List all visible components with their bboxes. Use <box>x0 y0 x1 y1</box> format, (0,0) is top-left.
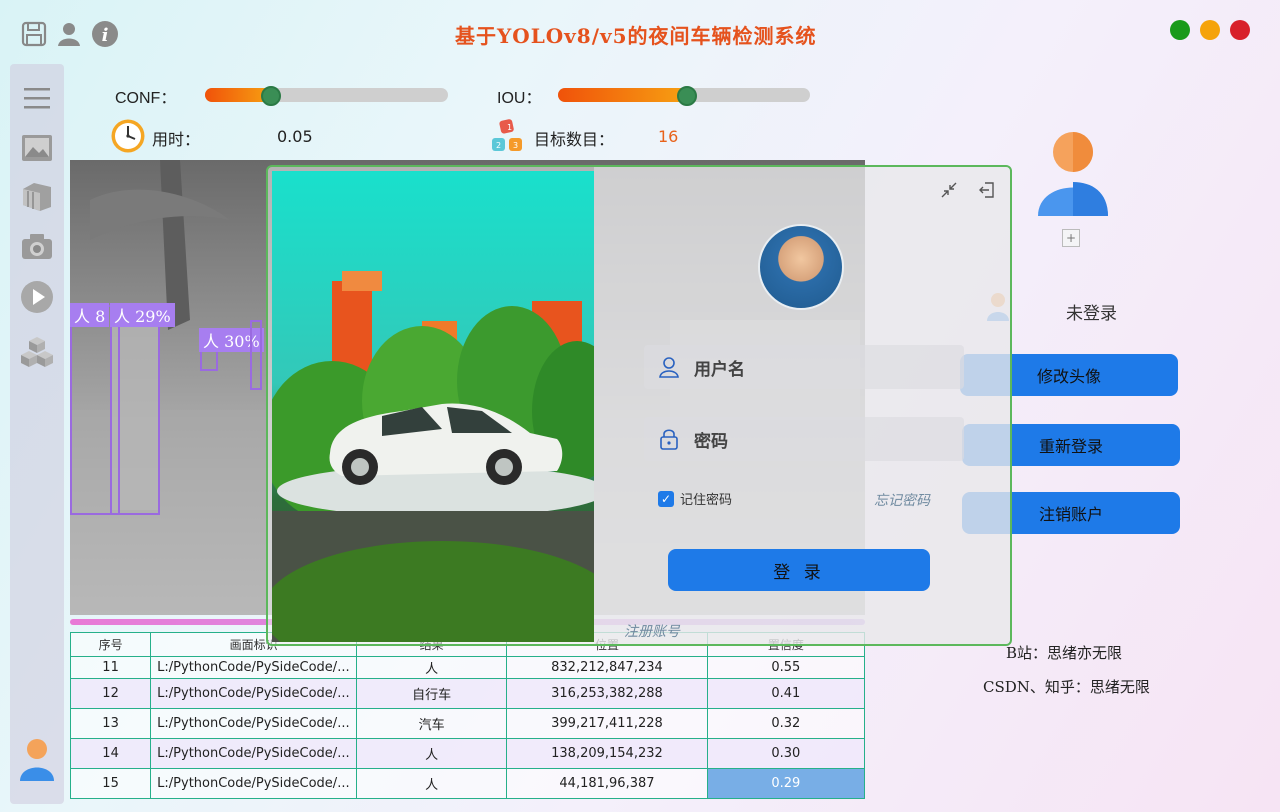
cell-position[interactable]: 399,217,411,228 <box>506 708 708 739</box>
cell-confidence[interactable]: 0.41 <box>706 678 866 709</box>
svg-text:2: 2 <box>496 141 501 150</box>
cell-result[interactable]: 人 <box>355 768 508 799</box>
lock-icon <box>658 428 680 455</box>
cell-position[interactable]: 316,253,382,288 <box>506 678 708 709</box>
cell-index[interactable]: 13 <box>69 708 152 739</box>
minimize-button[interactable] <box>1200 20 1220 40</box>
cell-confidence[interactable]: 0.32 <box>706 708 866 739</box>
cell-path[interactable]: L:/PythonCode/PySideCode/... <box>150 708 357 739</box>
forgot-password-link[interactable]: 忘记密码 <box>874 490 930 510</box>
svg-text:i: i <box>102 25 109 46</box>
cell-path[interactable]: L:/PythonCode/PySideCode/... <box>150 768 357 799</box>
menu-icon[interactable] <box>19 80 55 116</box>
left-toolbar <box>10 64 64 804</box>
cell-position[interactable]: 832,212,847,234 <box>506 656 708 679</box>
count-value: 16 <box>658 127 679 146</box>
cell-confidence[interactable]: 0.30 <box>706 738 866 769</box>
credit-bilibili: B站：思绪亦无限 <box>1006 644 1123 662</box>
cell-result[interactable]: 人 <box>355 656 508 679</box>
table-row[interactable]: 12 L:/PythonCode/PySideCode/... 自行车 316,… <box>69 678 866 709</box>
svg-text:1: 1 <box>507 123 512 132</box>
cell-index[interactable]: 12 <box>69 678 152 709</box>
register-link[interactable]: 注册账号 <box>624 621 680 641</box>
table-row[interactable]: 15 L:/PythonCode/PySideCode/... 人 44,181… <box>69 768 866 799</box>
cell-position[interactable]: 138,209,154,232 <box>506 738 708 769</box>
password-placeholder: 密码 <box>694 431 728 452</box>
conf-slider[interactable] <box>205 88 448 102</box>
username-placeholder: 用户名 <box>694 359 745 380</box>
login-avatar-photo <box>758 224 844 310</box>
user-icon[interactable] <box>55 20 83 48</box>
folder-icon[interactable] <box>19 178 55 214</box>
clock-icon <box>110 118 146 158</box>
cell-result[interactable]: 汽车 <box>355 708 508 739</box>
cell-index[interactable]: 14 <box>69 738 152 769</box>
camera-icon[interactable] <box>19 228 55 264</box>
collapse-icon[interactable] <box>940 181 958 203</box>
login-dialog: 用户名 密码 ✓ 记住密码 忘记密码 登 录 注册账号 <box>266 165 1012 646</box>
model-cubes-icon[interactable] <box>19 334 55 370</box>
exit-icon[interactable] <box>978 181 996 203</box>
close-button[interactable] <box>1230 20 1250 40</box>
cell-path[interactable]: L:/PythonCode/PySideCode/... <box>150 678 357 709</box>
remember-label: 记住密码 <box>680 493 733 508</box>
car-illustration <box>272 171 594 642</box>
time-value: 0.05 <box>277 127 313 146</box>
table-row[interactable]: 14 L:/PythonCode/PySideCode/... 人 138,20… <box>69 738 866 769</box>
iou-slider-fill <box>558 88 687 102</box>
cell-result[interactable]: 自行车 <box>355 678 508 709</box>
cell-position[interactable]: 44,181,96,387 <box>506 768 708 799</box>
cell-index[interactable]: 15 <box>69 768 152 799</box>
iou-slider-knob[interactable] <box>677 86 697 106</box>
cell-confidence[interactable]: 0.55 <box>706 656 866 679</box>
table-row[interactable]: 11 L:/PythonCode/PySideCode/... 人 832,21… <box>69 656 866 679</box>
user-avatar-icon[interactable] <box>19 739 55 781</box>
add-avatar-button[interactable]: + <box>1062 229 1080 247</box>
remember-checkbox[interactable]: ✓ <box>658 490 674 507</box>
cell-result[interactable]: 人 <box>355 738 508 769</box>
detection-tag: 人 29% <box>110 303 175 327</box>
login-button[interactable]: 登 录 <box>668 549 930 591</box>
detection-tag: 人 8 <box>70 303 110 327</box>
username-input[interactable]: 用户名 <box>644 345 964 389</box>
cell-index[interactable]: 11 <box>69 656 152 679</box>
save-icon[interactable] <box>20 20 48 48</box>
col-header-index[interactable]: 序号 <box>69 632 152 657</box>
cell-confidence[interactable]: 0.29 <box>706 768 866 799</box>
result-table: 序号 画面标识 结果 位置 置信度 11 L:/PythonCode/PySid… <box>69 632 866 799</box>
target-count-icon: 12 3 <box>490 118 528 160</box>
login-status: 未登录 <box>1066 304 1117 324</box>
time-label: 用时： <box>152 130 201 149</box>
user-avatar-large[interactable] <box>1036 130 1110 222</box>
user-outline-icon <box>658 356 680 383</box>
info-icon[interactable]: i <box>91 20 119 48</box>
cell-path[interactable]: L:/PythonCode/PySideCode/... <box>150 738 357 769</box>
count-label: 目标数目： <box>534 130 615 149</box>
conf-slider-knob[interactable] <box>261 86 281 106</box>
table-row[interactable]: 13 L:/PythonCode/PySideCode/... 汽车 399,2… <box>69 708 866 739</box>
password-input[interactable]: 密码 <box>644 417 964 461</box>
svg-text:3: 3 <box>513 141 518 150</box>
remember-password[interactable]: ✓ 记住密码 <box>658 489 732 508</box>
maximize-button[interactable] <box>1170 20 1190 40</box>
conf-label: CONF： <box>115 90 177 107</box>
play-icon[interactable] <box>19 279 55 315</box>
cell-path[interactable]: L:/PythonCode/PySideCode/... <box>150 656 357 679</box>
credit-csdn: CSDN、知乎：思绪无限 <box>983 678 1150 696</box>
app-title: 基于YOLOv8/v5的夜间车辆检测系统 <box>455 24 817 48</box>
iou-label: IOU： <box>497 90 542 107</box>
detection-box <box>110 320 160 515</box>
detection-box <box>250 320 262 390</box>
image-icon[interactable] <box>19 130 55 166</box>
